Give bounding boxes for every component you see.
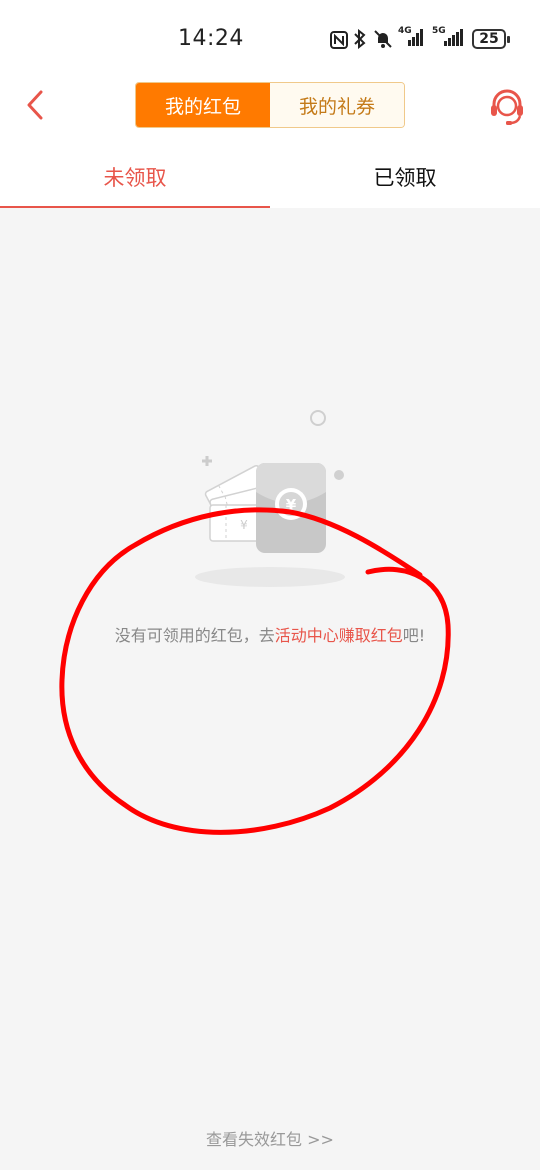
svg-text:¥: ¥: [286, 496, 297, 514]
back-button[interactable]: [18, 88, 52, 122]
svg-text:¥: ¥: [240, 518, 248, 532]
status-bar: 14:24 4G 5G 25: [0, 0, 540, 78]
tab-claimed[interactable]: 已领取: [270, 146, 540, 208]
nfc-icon: [330, 31, 348, 49]
activity-center-link[interactable]: 活动中心赚取红包: [275, 626, 403, 645]
empty-message-suffix: 吧!: [402, 626, 426, 645]
segmented-control: 我的红包 我的礼券: [135, 82, 405, 128]
headset-icon[interactable]: [488, 86, 526, 126]
signal-5g-icon: 5G: [432, 26, 466, 48]
red-envelope-illustration: ¥ ¥ ¥ ¥: [195, 410, 345, 587]
segment-my-coupons[interactable]: 我的礼券: [270, 83, 404, 127]
battery-icon: 25: [472, 29, 510, 49]
segment-my-red-packets[interactable]: 我的红包: [136, 83, 270, 127]
header-bar: 我的红包 我的礼券: [0, 78, 540, 146]
tab-bar: 未领取 已领取: [0, 146, 540, 208]
bluetooth-icon: [354, 29, 366, 49]
status-time: 14:24: [178, 26, 244, 51]
empty-message-prefix: 没有可领用的红包，去: [114, 626, 275, 645]
view-expired-link[interactable]: 查看失效红包 >>: [0, 1126, 540, 1150]
signal-4g-icon: 4G: [398, 26, 426, 48]
chevron-left-icon: [27, 90, 43, 120]
empty-state-message: 没有可领用的红包，去活动中心赚取红包吧!: [0, 622, 540, 646]
tab-unclaimed[interactable]: 未领取: [0, 146, 270, 208]
mute-icon: [374, 30, 392, 48]
